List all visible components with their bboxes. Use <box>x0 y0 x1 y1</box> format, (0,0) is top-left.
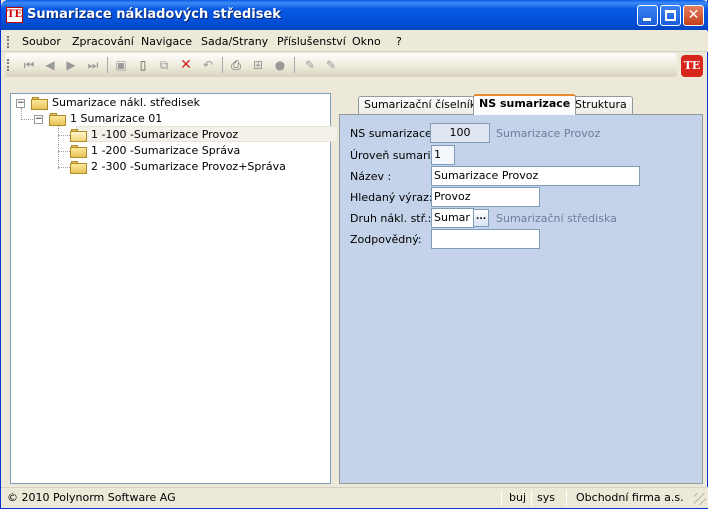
tree-node-label: Sumarizace nákl. středisek <box>52 96 200 109</box>
tree-connector <box>58 124 59 169</box>
zodpovedny-label: Zodpovědný: <box>350 233 422 246</box>
tab-page-ns-sumarizace: NS sumarizace: 100 Sumarizace Provoz Úro… <box>339 114 703 484</box>
tree-node-label: 1 Sumarizace 01 <box>70 112 163 125</box>
druh-nakl-str-lookup-button[interactable]: ... <box>473 209 489 227</box>
status-separator <box>566 490 567 506</box>
tree-panel[interactable]: − Sumarizace nákl. středisek − 1 Sumariz… <box>10 93 338 484</box>
edit-alt-icon[interactable]: ✎ <box>323 57 339 73</box>
menu-help[interactable]: ? <box>396 35 402 48</box>
status-database: sys <box>537 491 555 504</box>
brand-logo-icon[interactable]: TE <box>681 55 703 77</box>
status-separator <box>501 490 502 506</box>
detail-panel: Sumarizační číselník NS sumarizace Struk… <box>339 93 703 484</box>
hledany-vyraz-input[interactable]: Provoz <box>431 187 540 207</box>
status-copyright: © 2010 Polynorm Software AG <box>7 491 176 504</box>
folder-icon <box>70 161 87 174</box>
toolbar-separator <box>222 57 223 73</box>
toolbar: ⏮ ◀ ▶ ⏭ ▣ ▯ ⧉ ✕ ↶ ⎙ ⊞ ● ✎ ✎ <box>5 53 677 77</box>
folder-open-icon <box>70 129 87 142</box>
nazev-label: Název : <box>350 170 392 183</box>
ns-sumarizace-hint: Sumarizace Provoz <box>496 127 601 140</box>
toolbar-separator <box>294 57 295 73</box>
tree-node-label: 1 -100 -Sumarizace Provoz <box>91 128 239 141</box>
menu-okno[interactable]: Okno <box>352 35 381 48</box>
tab-ns-sumarizace[interactable]: NS sumarizace <box>473 94 577 115</box>
save-icon[interactable]: ▣ <box>113 57 129 73</box>
copy-icon[interactable]: ⧉ <box>156 57 172 73</box>
close-button[interactable]: ✕ <box>683 5 704 26</box>
minimize-button[interactable] <box>637 5 658 26</box>
hledany-vyraz-label: Hledaný výraz: <box>350 191 433 204</box>
new-document-icon[interactable]: ▯ <box>135 57 151 73</box>
druh-nakl-str-hint: Sumarizační střediska <box>496 212 617 225</box>
menu-soubor[interactable]: Soubor <box>22 35 61 48</box>
menu-bar: Soubor Zpracování Navigace Sada/Strany P… <box>1 31 708 52</box>
window-title: Sumarizace nákladových středisek <box>27 7 281 22</box>
status-separator <box>531 490 532 506</box>
uroven-sumarizace-label: Úroveň sumariz.: <box>350 149 444 162</box>
ns-sumarizace-label: NS sumarizace: <box>350 127 436 140</box>
tree-node-leaf[interactable]: 1 -100 -Sumarizace Provoz <box>68 127 328 143</box>
folder-icon <box>49 113 66 126</box>
menu-sada-strany[interactable]: Sada/Strany <box>201 35 268 48</box>
status-bar: © 2010 Polynorm Software AG buj sys Obch… <box>1 487 708 508</box>
edit-icon[interactable]: ✎ <box>302 57 318 73</box>
menu-navigace[interactable]: Navigace <box>141 35 192 48</box>
status-company: Obchodní firma a.s. <box>576 491 684 504</box>
menu-zpracovani[interactable]: Zpracování <box>72 35 134 48</box>
menu-grip-icon[interactable] <box>7 36 10 48</box>
first-record-icon[interactable]: ⏮ <box>21 57 37 73</box>
ns-sumarizace-field: 100 <box>430 123 490 143</box>
lock-icon[interactable]: ● <box>272 57 288 73</box>
tree-node-leaf[interactable]: 1 -200 -Sumarizace Správa <box>68 143 328 159</box>
tree-node-root[interactable]: − Sumarizace nákl. středisek <box>16 95 316 111</box>
tree-node-leaf[interactable]: 2 -300 -Sumarizace Provoz+Správa <box>68 159 328 175</box>
zodpovedny-input[interactable] <box>431 229 540 249</box>
resize-grip-icon[interactable] <box>694 493 706 505</box>
tab-struktura[interactable]: Struktura <box>569 96 633 114</box>
collapse-icon[interactable]: − <box>34 115 43 124</box>
next-record-icon[interactable]: ▶ <box>63 57 79 73</box>
minimize-icon <box>643 18 651 21</box>
tree-node-group[interactable]: − 1 Sumarizace 01 <box>34 111 314 127</box>
folder-icon <box>70 145 87 158</box>
toolbar-grip-icon[interactable] <box>7 59 10 71</box>
maximize-icon <box>665 10 676 21</box>
menu-prislusenstvi[interactable]: Příslušenství <box>277 35 346 48</box>
druh-nakl-str-label: Druh nákl. stř.: <box>350 212 432 225</box>
structure-icon[interactable]: ⊞ <box>250 57 266 73</box>
nazev-input[interactable]: Sumarizace Provoz <box>431 166 640 186</box>
print-icon[interactable]: ⎙ <box>228 57 244 73</box>
app-logo-icon[interactable]: TE <box>6 7 23 23</box>
status-user: buj <box>509 491 527 504</box>
folder-icon <box>31 97 48 110</box>
delete-icon[interactable]: ✕ <box>178 57 194 73</box>
previous-record-icon[interactable]: ◀ <box>42 57 58 73</box>
tree-connector <box>21 119 35 120</box>
druh-nakl-str-input[interactable]: Sumar <box>431 208 474 228</box>
tree-node-label: 2 -300 -Sumarizace Provoz+Správa <box>91 160 286 173</box>
uroven-sumarizace-field[interactable]: 1 <box>431 145 455 165</box>
collapse-icon[interactable]: − <box>16 99 25 108</box>
toolbar-separator <box>107 57 108 73</box>
tree-node-label: 1 -200 -Sumarizace Správa <box>91 144 241 157</box>
undo-icon[interactable]: ↶ <box>200 57 216 73</box>
tab-sumarizacni-ciselnik[interactable]: Sumarizační číselník <box>358 96 483 114</box>
last-record-icon[interactable]: ⏭ <box>85 57 101 73</box>
maximize-button[interactable] <box>660 5 681 26</box>
title-bar[interactable]: TE Sumarizace nákladových středisek ✕ <box>1 0 708 30</box>
application-window: TE Sumarizace nákladových středisek ✕ So… <box>0 0 708 509</box>
